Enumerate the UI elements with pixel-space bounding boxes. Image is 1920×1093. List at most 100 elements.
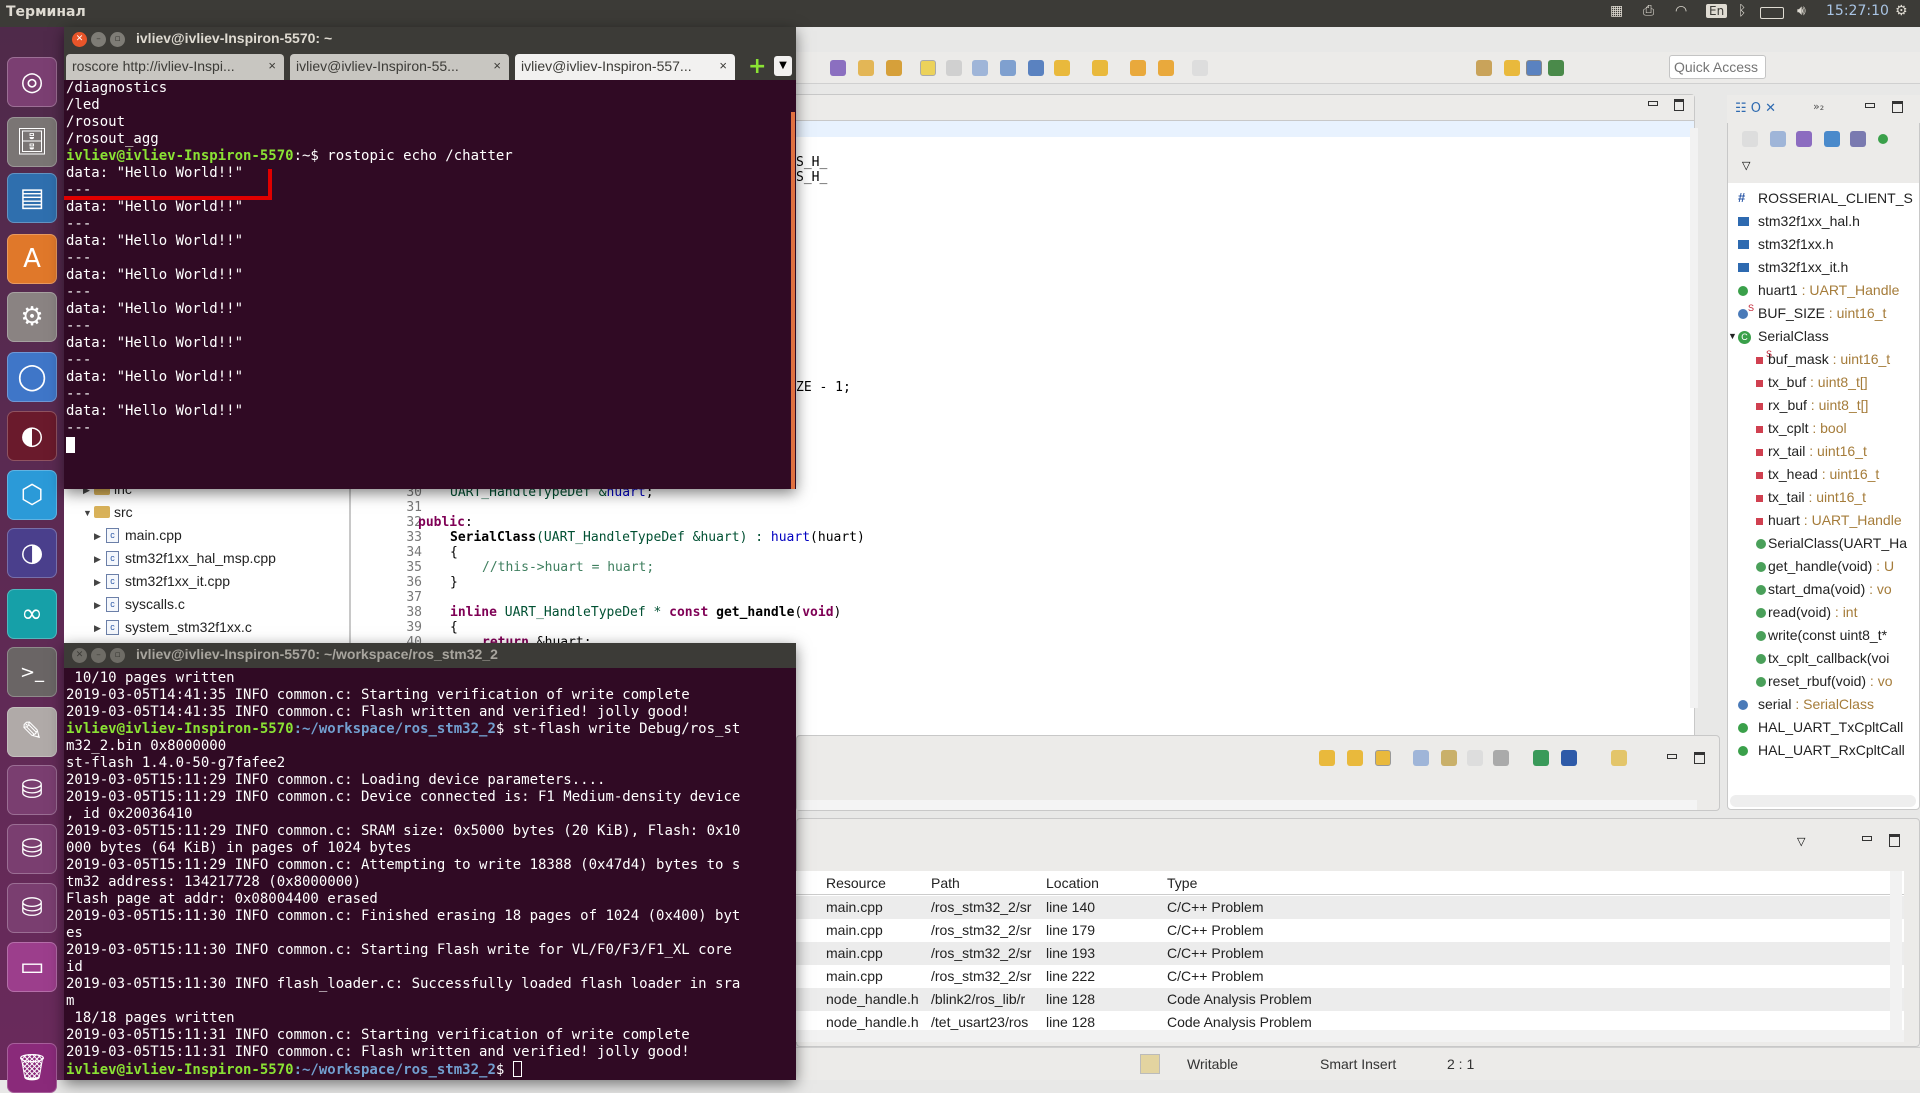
outline-item[interactable]: tx_buf : uint8_t[]	[1728, 372, 1918, 395]
horizontal-scrollbar[interactable]	[797, 800, 1697, 810]
virtualbox-icon[interactable]: ⬡	[7, 470, 57, 520]
tab-menu-chevron-down-icon[interactable]: ▼	[774, 56, 792, 76]
view-menu-icon[interactable]: ▽	[1797, 835, 1805, 848]
power-gear-icon[interactable]: ⚙	[1895, 3, 1908, 19]
terminal-window-1[interactable]: ivliev@ivliev-Inspiron-5570: ~ ✕ – ▫ ros…	[64, 27, 796, 489]
editor-vertical-scrollbar[interactable]	[1690, 128, 1698, 708]
outline-item[interactable]: tx_cplt : bool	[1728, 418, 1918, 441]
problems-horizontal-scrollbar[interactable]	[796, 1030, 1904, 1042]
outline-item[interactable]: HAL_UART_RxCpltCall	[1728, 740, 1918, 763]
pin-icon[interactable]	[1533, 750, 1549, 766]
eclipse-icon[interactable]: ◑	[7, 528, 57, 578]
outline-item[interactable]: SerialClass(UART_Ha	[1728, 533, 1918, 556]
minimize-icon[interactable]	[1862, 836, 1872, 841]
table-row[interactable]: main.cpp/ros_stm32_2/sr line 179 C/C++ Pro…	[796, 919, 1904, 942]
ubuntu-dash-icon[interactable]: ◎	[7, 57, 57, 107]
previous-annotation-icon[interactable]	[1092, 60, 1108, 76]
outline-item[interactable]: read(void) : int	[1728, 602, 1918, 625]
chromium-icon[interactable]: ◯	[7, 352, 57, 402]
minimize-icon[interactable]	[1667, 754, 1677, 759]
new-console-icon[interactable]	[1611, 750, 1627, 766]
annotation-icon[interactable]	[972, 60, 988, 76]
debug-perspective-icon[interactable]	[1548, 60, 1564, 76]
tree-item-file[interactable]: ▶ c stm32f1xx_hal_msp.cpp	[64, 549, 350, 572]
terminal-scrollbar[interactable]	[791, 112, 795, 489]
maximize-window-button[interactable]: ▫	[110, 32, 125, 47]
outline-item[interactable]: S BUF_SIZE : uint16_t	[1728, 303, 1918, 326]
outline-item[interactable]: rx_tail : uint16_t	[1728, 441, 1918, 464]
arduino-icon[interactable]: ∞	[7, 589, 57, 639]
terminal-icon[interactable]: >_	[7, 647, 57, 697]
outline-item[interactable]: start_dma(void) : vo	[1728, 579, 1918, 602]
column-header-path[interactable]: Path	[931, 875, 960, 891]
lock-icon[interactable]	[1441, 750, 1457, 766]
new-class-icon[interactable]	[830, 60, 846, 76]
terminal-tab[interactable]: ivliev@ivliev-Inspiron-55... ×	[290, 54, 509, 80]
perspective-icon[interactable]	[1504, 60, 1520, 76]
column-header-resource[interactable]: Resource	[826, 875, 886, 891]
new-tab-plus-icon[interactable]: +	[748, 54, 766, 79]
open-perspective-icon[interactable]	[1476, 60, 1492, 76]
text-editor-icon[interactable]: ✎	[7, 707, 57, 757]
outline-item[interactable]: serial : SerialClass	[1728, 694, 1918, 717]
drive-icon[interactable]: ⛁	[7, 765, 57, 815]
software-center-icon[interactable]: A	[7, 234, 57, 284]
volume-icon[interactable]: 🔊︎	[1797, 3, 1806, 19]
outline-item[interactable]: write(const uint8_t*	[1728, 625, 1918, 648]
maximize-icon[interactable]	[1889, 834, 1900, 847]
minimize-icon[interactable]	[1865, 103, 1875, 108]
more-views-icon[interactable]: »₂	[1813, 100, 1824, 113]
last-edit-icon[interactable]	[1130, 60, 1146, 76]
outline-item[interactable]: huart1 : UART_Handle	[1728, 280, 1918, 303]
outline-item[interactable]: huart : UART_Handle	[1728, 510, 1918, 533]
outline-item[interactable]: # ROSSERIAL_CLIENT_S	[1728, 188, 1918, 211]
close-window-button[interactable]: ✕	[72, 32, 87, 47]
tree-item-file[interactable]: ▶ c syscalls.c	[64, 595, 350, 618]
table-row[interactable]: main.cpp/ros_stm32_2/sr line 222 C/C++ Pro…	[796, 965, 1904, 988]
show-whitespace-icon[interactable]	[1028, 60, 1044, 76]
drive-icon[interactable]: ⛁	[7, 883, 57, 933]
minimize-icon[interactable]	[1648, 101, 1658, 106]
clock[interactable]: 15:27:10	[1826, 3, 1889, 19]
arrow-down-icon[interactable]	[1319, 750, 1335, 766]
outline-tab[interactable]: ☷ O ✕	[1735, 101, 1776, 116]
outline-item[interactable]: stm32f1xx.h	[1728, 234, 1918, 257]
trash-icon[interactable]: 🗑︎	[7, 1043, 57, 1093]
minimize-window-button[interactable]: –	[91, 32, 106, 47]
close-window-button[interactable]: ✕	[72, 648, 87, 663]
minimize-window-button[interactable]: –	[91, 648, 106, 663]
printer-icon[interactable]: ⎙	[1643, 3, 1654, 19]
link-icon[interactable]	[1375, 750, 1391, 766]
outline-item[interactable]: Sbuf_mask : uint16_t	[1728, 349, 1918, 372]
status-icon[interactable]	[1140, 1054, 1160, 1074]
outline-item[interactable]: tx_head : uint16_t	[1728, 464, 1918, 487]
block-icon[interactable]	[1000, 60, 1016, 76]
workspace-switcher-icon[interactable]: ▭	[7, 942, 57, 992]
tree-item-file[interactable]: ▶ c main.cpp	[64, 526, 350, 549]
wand-icon[interactable]	[886, 60, 902, 76]
highlight-icon[interactable]	[920, 60, 936, 76]
maximize-icon[interactable]	[1694, 752, 1705, 764]
terminal-tab-active[interactable]: ivliev@ivliev-Inspiron-557... ×	[515, 54, 735, 80]
outline-item[interactable]: tx_cplt_callback(voi	[1728, 648, 1918, 671]
workspaces-icon[interactable]: ▦	[1610, 3, 1623, 19]
terminal-window-2[interactable]: ivliev@ivliev-Inspiron-5570: ~/workspace…	[64, 643, 796, 1080]
eclipse-dark-icon[interactable]: ◐	[7, 411, 57, 461]
clear-icon[interactable]	[1493, 750, 1509, 766]
cpp-perspective-icon[interactable]	[1526, 60, 1542, 76]
hide-nonpublic-icon[interactable]	[1878, 134, 1888, 144]
tree-item-file[interactable]: ▶ c stm32f1xx_it.cpp	[64, 572, 350, 595]
outline-horizontal-scrollbar[interactable]	[1730, 795, 1916, 807]
maximize-icon[interactable]	[1674, 99, 1684, 111]
column-header-type[interactable]: Type	[1167, 875, 1197, 891]
hide-static-icon[interactable]	[1850, 131, 1866, 147]
back-icon[interactable]	[1158, 60, 1174, 76]
table-row[interactable]: main.cpp/ros_stm32_2/sr line 140 C/C++ Pro…	[796, 896, 1904, 919]
bluetooth-icon[interactable]: ᛒ	[1738, 3, 1746, 19]
expand-icon[interactable]	[1413, 750, 1429, 766]
outline-item[interactable]: stm32f1xx_it.h	[1728, 257, 1918, 280]
quick-access-input[interactable]	[1669, 55, 1766, 79]
maximize-icon[interactable]	[1892, 101, 1903, 113]
hide-fields-icon[interactable]	[1824, 131, 1840, 147]
outline-item[interactable]: stm32f1xx_hal.h	[1728, 211, 1918, 234]
